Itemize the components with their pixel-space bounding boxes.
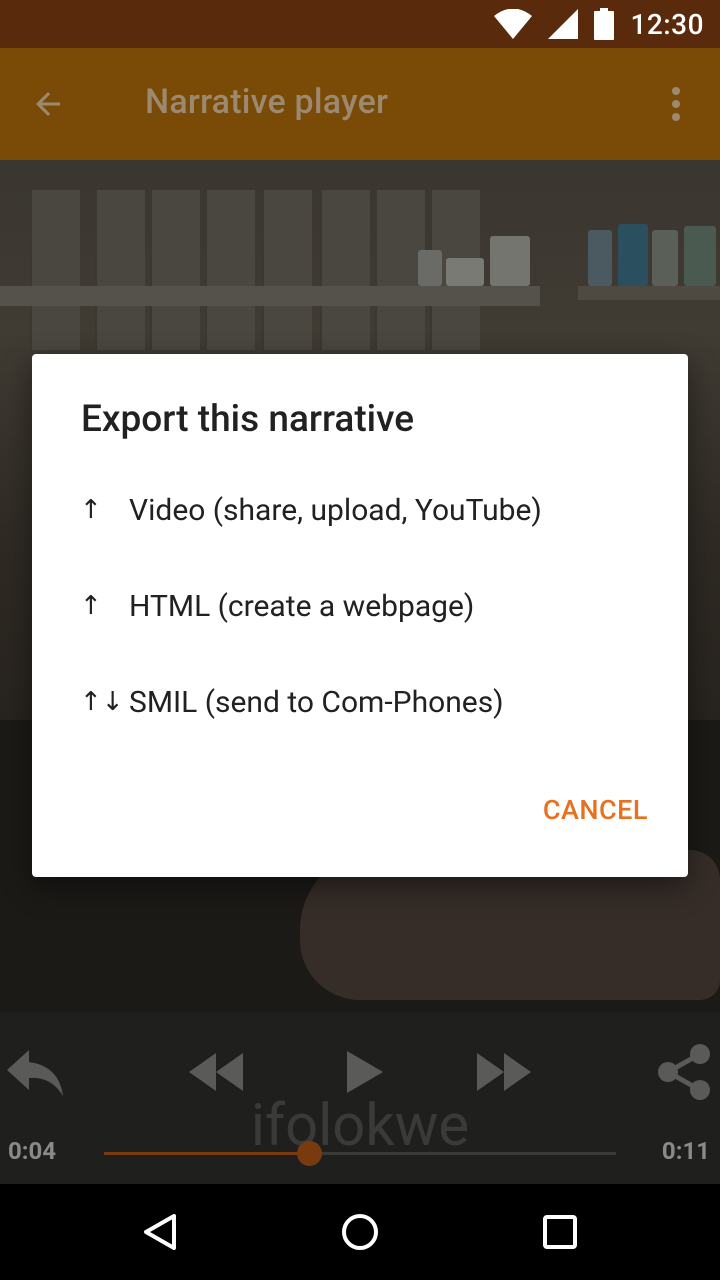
cancel-button[interactable]: CANCEL [543, 794, 648, 826]
screen: 12:30 Narrative player ifolokwe 0:04 0:1… [0, 0, 720, 1280]
rewind-button[interactable] [188, 1052, 244, 1092]
recents-square-icon [543, 1215, 577, 1249]
upload-arrow-icon: ↑ [80, 591, 102, 621]
nav-recents-button[interactable] [532, 1204, 588, 1260]
fast-forward-icon [477, 1053, 531, 1091]
more-vert-icon [672, 87, 680, 121]
fast-forward-button[interactable] [476, 1052, 532, 1092]
dialog-title: Export this narrative [81, 398, 415, 441]
battery-icon [594, 8, 615, 40]
app-bar: Narrative player [0, 48, 720, 160]
export-html-label: HTML (create a webpage) [129, 588, 475, 624]
nav-home-button[interactable] [332, 1204, 388, 1260]
export-smil-option[interactable]: ↑↓ SMIL (send to Com-Phones) [32, 654, 688, 750]
status-time: 12:30 [630, 7, 704, 41]
arrow-back-icon [36, 92, 60, 116]
back-button[interactable] [24, 80, 72, 128]
home-circle-icon [342, 1214, 378, 1250]
fast-rewind-icon [189, 1053, 243, 1091]
export-dialog: Export this narrative ↑ Video (share, up… [32, 354, 688, 877]
replay-button[interactable] [6, 1048, 66, 1098]
status-bar: 12:30 [0, 0, 720, 48]
back-triangle-icon [144, 1214, 176, 1250]
navigation-bar [0, 1184, 720, 1280]
export-video-label: Video (share, upload, YouTube) [129, 492, 542, 528]
narrative-watermark: ifolokwe [250, 1092, 470, 1160]
seek-bar[interactable] [104, 1141, 616, 1166]
play-icon [347, 1051, 383, 1093]
export-video-option[interactable]: ↑ Video (share, upload, YouTube) [32, 462, 688, 558]
seek-progress [104, 1152, 309, 1155]
seek-thumb[interactable] [296, 1141, 322, 1166]
upload-arrow-icon: ↑ [80, 495, 102, 525]
app-title: Narrative player [145, 82, 389, 122]
play-button[interactable] [345, 1050, 385, 1094]
signal-icon [548, 9, 579, 39]
reply-icon [7, 1050, 63, 1096]
wifi-icon [494, 9, 533, 39]
sync-arrows-icon: ↑↓ [80, 687, 124, 717]
export-smil-label: SMIL (send to Com-Phones) [129, 684, 504, 720]
nav-back-button[interactable] [132, 1204, 188, 1260]
elapsed-time: 0:04 [8, 1137, 57, 1165]
export-html-option[interactable]: ↑ HTML (create a webpage) [32, 558, 688, 654]
overflow-menu-button[interactable] [652, 80, 700, 128]
total-time: 0:11 [661, 1137, 710, 1165]
